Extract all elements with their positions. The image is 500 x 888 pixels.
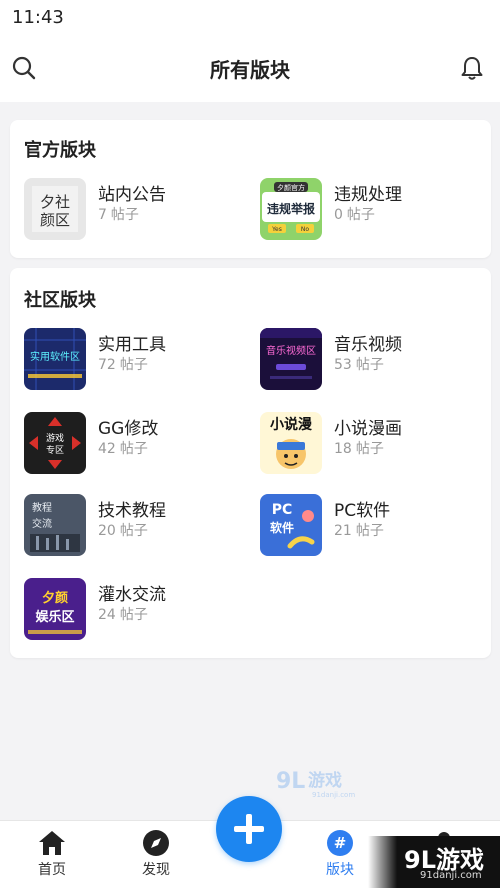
board-tutorials[interactable]: 教程 交流 技术教程 20 帖子 — [24, 494, 244, 558]
thumb-text: 夕社 — [40, 193, 70, 211]
thumb-text: 小说漫 — [270, 416, 313, 433]
svg-text:#: # — [334, 834, 347, 852]
board-violations[interactable]: 夕颜官方 违规举报 Yes No 违规处理 0 帖子 — [260, 178, 480, 242]
post-count-unit: 帖子 — [355, 441, 384, 457]
post-count-value: 20 — [98, 523, 116, 539]
board-thumbnail: 小说漫 — [260, 412, 322, 474]
watermark-url: 91danji.com — [312, 791, 355, 799]
board-thumbnail: PC 软件 — [260, 494, 322, 556]
community-boards-card: 社区版块 实用软件区 实用工具 72 帖子 音乐视频区 音乐视频 53 帖子 游… — [10, 268, 491, 658]
board-gg-mod[interactable]: 游戏 专区 GG修改 42 帖子 — [24, 412, 244, 476]
status-bar: 11:43 — [0, 0, 500, 34]
plus-icon — [234, 814, 264, 844]
thumb-text: 娱乐区 — [35, 609, 74, 625]
board-post-count: 18 帖子 — [334, 438, 384, 458]
post-count-value: 24 — [98, 607, 116, 623]
thumb-text: 违规举报 — [267, 201, 315, 216]
board-thumbnail: 夕社 颜区 — [24, 178, 86, 240]
thumb-text: 游戏 — [46, 432, 64, 444]
post-count-unit: 帖子 — [119, 523, 148, 539]
board-name: GG修改 — [98, 419, 159, 439]
post-count-unit: 帖子 — [119, 357, 148, 373]
thumb-text: 夕颜官方 — [277, 183, 305, 192]
svg-text:9L: 9L — [276, 769, 305, 794]
post-count-value: 53 — [334, 357, 352, 373]
board-post-count: 53 帖子 — [334, 354, 384, 374]
post-count-unit: 帖子 — [119, 607, 148, 623]
page-title: 所有版块 — [210, 58, 290, 82]
board-post-count: 7 帖子 — [98, 204, 139, 224]
thumb-text: 软件 — [270, 520, 294, 535]
watermark-text: 游戏 — [308, 770, 342, 791]
board-name: 技术教程 — [98, 501, 166, 521]
thumb-text: No — [301, 226, 309, 233]
board-thumbnail: 游戏 专区 — [24, 412, 86, 474]
board-post-count: 72 帖子 — [98, 354, 148, 374]
board-name: 小说漫画 — [334, 419, 402, 439]
thumb-text: PC — [272, 502, 293, 518]
board-name: 实用工具 — [98, 335, 166, 355]
corner-watermark-logo: 9L游戏 91danji.com — [368, 836, 500, 888]
board-post-count: 24 帖子 — [98, 604, 148, 624]
board-announcements[interactable]: 夕社 颜区 站内公告 7 帖子 — [24, 178, 244, 242]
post-count-value: 42 — [98, 441, 116, 457]
top-app-bar: 所有版块 — [0, 34, 500, 102]
board-chat[interactable]: 夕颜 娱乐区 灌水交流 24 帖子 — [24, 578, 244, 642]
board-name: PC软件 — [334, 501, 391, 521]
thumb-text: 音乐视频区 — [266, 344, 316, 357]
official-boards-card: 官方版块 夕社 颜区 站内公告 7 帖子 夕颜官方 违规举报 Yes No 违规… — [10, 120, 491, 258]
thumb-text: 实用软件区 — [30, 350, 80, 363]
corner-logo-url: 91danji.com — [420, 870, 482, 881]
board-name: 灌水交流 — [98, 585, 166, 605]
compass-icon — [140, 827, 172, 859]
section-title-community: 社区版块 — [24, 290, 96, 311]
section-title-official: 官方版块 — [24, 140, 96, 161]
post-count-unit: 帖子 — [355, 523, 384, 539]
tab-home[interactable]: 首页 — [12, 821, 92, 888]
board-post-count: 21 帖子 — [334, 520, 384, 540]
post-count-value: 18 — [334, 441, 352, 457]
board-novels-comics[interactable]: 小说漫 小说漫画 18 帖子 — [260, 412, 480, 476]
board-name: 违规处理 — [334, 185, 402, 205]
tab-label: 发现 — [142, 862, 170, 878]
board-thumbnail: 实用软件区 — [24, 328, 86, 390]
thumb-text: 交流 — [32, 517, 52, 530]
post-count-unit: 帖子 — [110, 207, 139, 223]
home-icon — [36, 827, 68, 859]
hash-icon: # — [324, 827, 356, 859]
board-music-video[interactable]: 音乐视频区 音乐视频 53 帖子 — [260, 328, 480, 392]
board-thumbnail: 夕颜官方 违规举报 Yes No — [260, 178, 322, 240]
board-post-count: 0 帖子 — [334, 204, 375, 224]
board-name: 音乐视频 — [334, 335, 402, 355]
board-pc-software[interactable]: PC 软件 PC软件 21 帖子 — [260, 494, 480, 558]
board-tools[interactable]: 实用软件区 实用工具 72 帖子 — [24, 328, 244, 392]
board-post-count: 20 帖子 — [98, 520, 148, 540]
tab-discover[interactable]: 发现 — [116, 821, 196, 888]
tab-label: 首页 — [38, 862, 66, 878]
status-time: 11:43 — [12, 7, 64, 28]
board-thumbnail: 夕颜 娱乐区 — [24, 578, 86, 640]
board-post-count: 42 帖子 — [98, 438, 148, 458]
post-count-value: 72 — [98, 357, 116, 373]
post-count-value: 7 — [98, 207, 107, 223]
post-count-unit: 帖子 — [346, 207, 375, 223]
thumb-text: 教程 — [32, 501, 52, 514]
thumb-text: 夕颜 — [42, 590, 68, 606]
thumb-text: Yes — [271, 226, 282, 233]
post-count-value: 21 — [334, 523, 352, 539]
post-count-unit: 帖子 — [355, 357, 384, 373]
thumb-text: 颜区 — [40, 211, 70, 229]
watermark-logo: 9L 游戏 91danji.com — [274, 764, 374, 800]
create-post-button[interactable] — [216, 796, 282, 862]
board-thumbnail: 音乐视频区 — [260, 328, 322, 390]
board-name: 站内公告 — [98, 185, 166, 205]
post-count-value: 0 — [334, 207, 343, 223]
post-count-unit: 帖子 — [119, 441, 148, 457]
bell-icon[interactable] — [458, 54, 486, 82]
thumb-text: 专区 — [46, 444, 64, 456]
board-thumbnail: 教程 交流 — [24, 494, 86, 556]
